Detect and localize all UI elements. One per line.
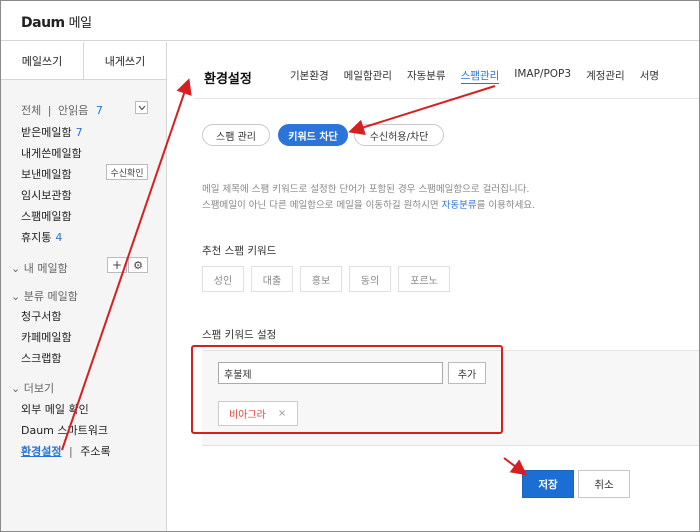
main-panel: 환경설정 기본환경 메일함관리 자동분류 스팸관리 IMAP/POP3 계정관리… [168, 42, 699, 531]
annotation-highlight-box [191, 345, 503, 434]
folder-drafts[interactable]: 임시보관함 [21, 187, 72, 203]
folder-bills[interactable]: 청구서함 [21, 308, 61, 324]
autosort-link[interactable]: 자동분류 [442, 200, 477, 211]
folder-spam[interactable]: 스팸메일함 [21, 208, 72, 224]
read-receipt-button[interactable]: 수신확인 [106, 164, 148, 180]
cancel-button[interactable]: 취소 [578, 470, 630, 498]
keyword-chip[interactable]: 성인 [202, 266, 244, 292]
unread-filter[interactable]: 안읽음 [58, 104, 88, 117]
chevron-down-icon[interactable] [135, 101, 148, 114]
keyword-chip[interactable]: 홍보 [300, 266, 342, 292]
unread-count: 7 [95, 104, 103, 117]
chevron-down-icon: ⌄ [11, 262, 21, 275]
add-folder-button[interactable]: + [107, 257, 127, 273]
chevron-down-icon: ⌄ [11, 382, 21, 395]
folder-trash[interactable]: 휴지통 4 [21, 229, 62, 245]
settings-tabs: 기본환경 메일함관리 자동분류 스팸관리 IMAP/POP3 계정관리 서명 [290, 68, 659, 84]
save-button[interactable]: 저장 [522, 470, 574, 498]
contacts-link[interactable]: 주소록 [80, 445, 110, 458]
my-mailbox-section[interactable]: ⌄ 내 메일함 [11, 260, 68, 276]
logo-text: Daum [21, 15, 65, 31]
tab-spam[interactable]: 스팸관리 [460, 68, 500, 84]
keyword-chip[interactable]: 대출 [251, 266, 293, 292]
tab-imap[interactable]: IMAP/POP3 [514, 68, 571, 84]
compose-button[interactable]: 메일쓰기 [1, 42, 83, 79]
folder-self-sent[interactable]: 내게쓴메일함 [21, 145, 82, 161]
subtab-keyword-block[interactable]: 키워드 차단 [278, 124, 348, 146]
tab-mailbox[interactable]: 메일함관리 [344, 68, 392, 84]
service-name: 메일 [68, 16, 92, 31]
folder-inbox[interactable]: 받은메일함 7 [21, 124, 83, 140]
compose-row: 메일쓰기 내게쓰기 [1, 42, 166, 80]
tab-autosort[interactable]: 자동분류 [407, 68, 446, 84]
write-to-self-button[interactable]: 내게쓰기 [83, 42, 166, 79]
settings-contacts-row: 환경설정 | 주소록 [21, 445, 111, 458]
settings-link[interactable]: 환경설정 [21, 445, 61, 458]
sidebar: 메일쓰기 내게쓰기 전체 | 안읽음 7 받은메일함 7 내게쓴메일함 보낸메일함… [1, 42, 167, 531]
setting-title: 스팸 키워드 설정 [202, 329, 277, 341]
keyword-chip[interactable]: 동의 [349, 266, 391, 292]
folder-sent[interactable]: 보낸메일함 [21, 166, 72, 182]
description-line1: 메일 제목에 스팸 키워드로 설정한 단어가 포함된 경우 스팸메일함으로 걸러… [202, 184, 530, 195]
smartwork-link[interactable]: Daum 스마트워크 [21, 422, 108, 438]
subtab-allow-block[interactable]: 수신허용/차단 [354, 124, 444, 146]
top-bar: Daum 메일 [1, 1, 699, 41]
page-title: 환경설정 [204, 72, 252, 87]
chevron-down-icon: ⌄ [11, 290, 21, 303]
divider [194, 98, 699, 99]
all-unread-row: 전체 | 안읽음 7 [21, 104, 103, 117]
tab-account[interactable]: 계정관리 [586, 68, 625, 84]
tab-signature[interactable]: 서명 [640, 68, 659, 84]
folder-scrap[interactable]: 스크랩함 [21, 350, 61, 366]
all-filter[interactable]: 전체 [21, 104, 41, 117]
folder-cafe[interactable]: 카페메일함 [21, 329, 72, 345]
keyword-chip[interactable]: 포르노 [398, 266, 450, 292]
gear-icon[interactable]: ⚙ [128, 257, 148, 273]
recommend-title: 추천 스팸 키워드 [202, 245, 277, 257]
external-mail-link[interactable]: 외부 메일 확인 [21, 401, 89, 417]
more-section[interactable]: ⌄ 더보기 [11, 380, 54, 396]
daum-logo[interactable]: Daum 메일 [21, 12, 92, 31]
classify-section[interactable]: ⌄ 분류 메일함 [11, 288, 78, 304]
subtab-spam-manage[interactable]: 스팸 관리 [202, 124, 270, 146]
tab-basic[interactable]: 기본환경 [290, 68, 329, 84]
description-line2: 스팸메일이 아닌 다른 메일함으로 메일을 이동하길 원하시면 자동분류를 이용… [202, 200, 536, 211]
